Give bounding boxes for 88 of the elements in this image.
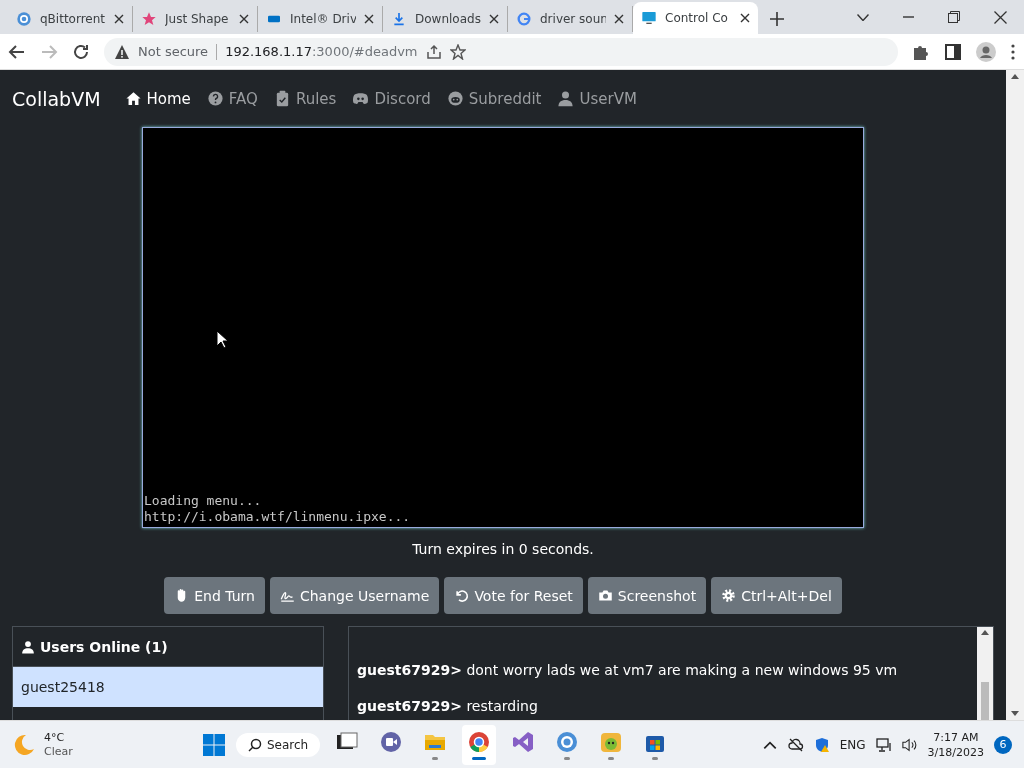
- restore-icon: [948, 11, 960, 23]
- close-icon: [614, 14, 624, 24]
- vm-screen[interactable]: Loading menu... http://i.obama.wtf/linmenu.ipxe...: [142, 127, 864, 528]
- moon-icon: [12, 732, 36, 757]
- close-icon: [239, 14, 249, 24]
- action-button[interactable]: Screenshot: [587, 577, 707, 614]
- scrollbar[interactable]: [1006, 70, 1024, 720]
- alien-face-icon: [446, 90, 464, 107]
- close-icon: [114, 14, 124, 24]
- chat-message: guest67929> restarding: [357, 698, 539, 714]
- chat-message: guest67929> dont worry lads we at vm7 are making a new windows 95 vm: [357, 662, 899, 678]
- address-field[interactable]: Not secure 192.168.1.17:3000/#deadvm: [104, 37, 898, 66]
- user-item[interactable]: guest25418: [13, 667, 323, 707]
- menu-icon: [1010, 42, 1016, 61]
- tab-title: Downloads: [415, 12, 481, 26]
- profile-icon: [976, 41, 996, 62]
- star-icon: [141, 11, 157, 27]
- close-icon: [489, 14, 499, 24]
- cloud-off-icon: [787, 736, 804, 753]
- nav-link[interactable]: Discord: [352, 89, 431, 108]
- browser-tab[interactable]: Downloads: [383, 6, 508, 32]
- tab-title: qBittorrent: [40, 12, 106, 26]
- back-icon: [8, 42, 26, 61]
- network-icon: [875, 736, 892, 753]
- close-icon: [740, 13, 750, 23]
- camera-icon: [597, 588, 613, 603]
- temperature: 4°C: [44, 730, 66, 745]
- browser-tab[interactable]: qBittorrent: [8, 6, 133, 32]
- console-text: http://i.obama.wtf/linmenu.ipxe...: [144, 509, 412, 525]
- security-label: Not secure: [138, 44, 209, 59]
- start-icon: [202, 732, 226, 757]
- nav-link[interactable]: FAQ: [206, 89, 258, 108]
- side-panel-icon: [944, 42, 962, 61]
- arrow-up-icon: [981, 630, 989, 635]
- warning-icon: [114, 43, 130, 60]
- home-icon: [124, 90, 142, 107]
- gamepad-icon: [352, 90, 370, 107]
- language-indicator[interactable]: ENG: [839, 737, 866, 752]
- site-logo[interactable]: CollabVM: [12, 87, 101, 110]
- tab-title: Intel® Driv: [290, 12, 356, 26]
- nav-link[interactable]: Home: [124, 89, 191, 108]
- browser-tab[interactable]: Control Co: [633, 2, 758, 34]
- panel-title: Users Online (1): [40, 638, 168, 655]
- url-text: 192.168.1.17:3000/#deadvm: [225, 44, 418, 59]
- scrollbar[interactable]: [977, 627, 993, 720]
- question-icon: [206, 90, 224, 107]
- action-button[interactable]: Change Username: [269, 577, 440, 614]
- cursor-icon: [216, 330, 228, 349]
- action-button[interactable]: Vote for Reset: [444, 577, 583, 614]
- console-text: Loading menu...: [144, 493, 263, 509]
- nav-link[interactable]: UserVM: [557, 89, 637, 108]
- nav-link[interactable]: Rules: [273, 89, 337, 108]
- arrow-down-icon: [1011, 711, 1019, 716]
- video-chat-icon: [379, 729, 404, 754]
- close-icon: [994, 10, 1007, 24]
- search-box[interactable]: Search: [236, 732, 321, 757]
- browser-tab[interactable]: Intel® Driv: [258, 6, 383, 32]
- browser-icon: [467, 729, 492, 754]
- action-button[interactable]: End Turn: [164, 577, 265, 614]
- share-icon: [425, 43, 442, 60]
- download-icon: [391, 11, 407, 27]
- shield-warning-icon: [813, 736, 830, 753]
- plus-icon: [770, 12, 784, 26]
- arrow-up-icon: [1011, 74, 1019, 79]
- reload-icon: [72, 42, 90, 61]
- user-icon: [21, 639, 35, 654]
- weather-condition: Clear: [44, 744, 73, 759]
- tab-title: driver soun: [540, 12, 606, 26]
- clock[interactable]: 7:17 AM 3/18/2023: [927, 729, 984, 760]
- minimize-icon: [903, 16, 914, 18]
- tab-title: Control Co: [665, 11, 729, 25]
- gear-icon: [721, 588, 737, 603]
- forward-icon: [40, 42, 58, 61]
- tab-title: Just Shape: [165, 12, 230, 26]
- undo-icon: [454, 588, 470, 603]
- user-icon: [557, 90, 575, 107]
- turn-status: Turn expires in 0 seconds.: [411, 541, 595, 557]
- speaker-icon: [901, 736, 918, 753]
- browser-tab[interactable]: Just Shape: [133, 6, 258, 32]
- nav-link[interactable]: Subreddit: [446, 89, 542, 108]
- chevron-down-icon: [857, 13, 869, 21]
- search-icon: [248, 737, 262, 752]
- star-icon: [449, 43, 466, 60]
- notification-badge[interactable]: 6: [994, 735, 1012, 754]
- scrollbar-thumb[interactable]: [981, 682, 989, 720]
- close-icon: [364, 14, 374, 24]
- monitor-icon: [641, 10, 657, 26]
- action-button[interactable]: Ctrl+Alt+Del: [711, 577, 842, 614]
